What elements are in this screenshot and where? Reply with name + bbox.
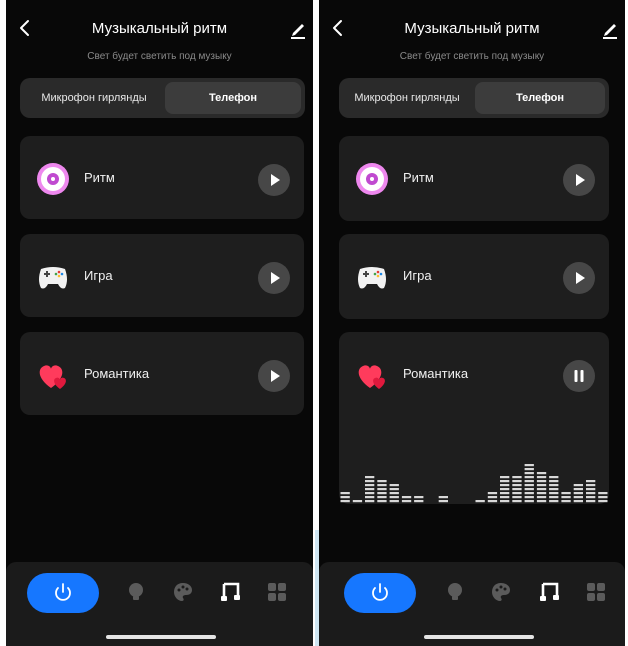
play-button[interactable] [563, 262, 595, 294]
mode-card-rhythm[interactable]: Ритм [339, 136, 609, 221]
play-button[interactable] [258, 262, 290, 294]
segment-phone[interactable]: Телефон [165, 82, 301, 114]
play-icon [271, 370, 280, 382]
pencil-icon[interactable] [289, 20, 307, 40]
segment-phone[interactable]: Телефон [475, 82, 605, 114]
play-icon [576, 272, 585, 284]
screen-left: Музыкальный ритм Свет будет светить под … [6, 0, 313, 646]
equalizer-bar [536, 472, 547, 503]
palette-icon[interactable] [490, 581, 512, 603]
gamepad-icon [358, 267, 386, 289]
pause-icon [574, 370, 584, 382]
hearts-icon [358, 365, 385, 389]
music-icon[interactable] [538, 581, 560, 603]
equalizer-bar [598, 492, 608, 503]
home-indicator [424, 635, 534, 639]
page-title: Музыкальный ритм [91, 20, 228, 37]
grid-icon[interactable] [585, 581, 607, 603]
gamepad-icon [39, 267, 67, 289]
mode-label: Игра [403, 268, 432, 283]
equalizer-bar [389, 484, 399, 503]
equalizer-bar [340, 492, 350, 503]
equalizer-visualizer [340, 464, 608, 503]
power-button[interactable] [27, 573, 99, 613]
equalizer-bar [475, 500, 485, 503]
mode-label: Ритм [84, 170, 115, 185]
mode-card-game[interactable]: Игра [20, 234, 304, 317]
play-icon [271, 174, 280, 186]
equalizer-bar [487, 492, 498, 503]
tab-bar [319, 562, 625, 646]
play-button[interactable] [258, 164, 290, 196]
disc-icon [37, 163, 69, 195]
equalizer-bar [524, 464, 534, 503]
palette-icon[interactable] [172, 581, 194, 603]
equalizer-bar [401, 496, 412, 503]
play-button[interactable] [258, 360, 290, 392]
mode-label: Ритм [403, 170, 434, 185]
power-icon [372, 583, 388, 601]
disc-icon [356, 163, 388, 195]
equalizer-bar [365, 476, 375, 503]
home-indicator [106, 635, 216, 639]
hearts-icon [39, 365, 66, 389]
equalizer-bar [512, 476, 522, 503]
bulb-icon[interactable] [125, 581, 147, 603]
equalizer-bar [438, 496, 448, 503]
mode-label: Романтика [84, 366, 150, 381]
mode-card-game[interactable]: Игра [339, 234, 609, 319]
play-button[interactable] [563, 164, 595, 196]
grid-icon[interactable] [266, 581, 288, 603]
equalizer-bar [561, 492, 571, 503]
mode-card-rhythm[interactable]: Ритм [20, 136, 304, 219]
equalizer-bar [573, 484, 583, 503]
equalizer-bar [377, 480, 387, 503]
bulb-icon[interactable] [444, 581, 466, 603]
power-button[interactable] [344, 573, 416, 613]
source-segmented-control: Микрофон гирлянды Телефон [339, 78, 609, 118]
tab-bar [6, 562, 313, 646]
source-segmented-control: Микрофон гирлянды Телефон [20, 78, 305, 118]
mode-card-romance[interactable]: Романтика [20, 332, 304, 415]
equalizer-bar [414, 496, 424, 503]
music-icon[interactable] [219, 581, 241, 603]
pause-button[interactable] [563, 360, 595, 392]
page-title: Музыкальный ритм [404, 20, 540, 37]
equalizer-bar [500, 476, 510, 503]
power-icon [55, 583, 71, 601]
page-subtitle: Свет будет светить под музыку [399, 51, 545, 62]
play-icon [271, 272, 280, 284]
play-icon [576, 174, 585, 186]
equalizer-bar [586, 480, 596, 503]
mode-label: Игра [84, 268, 113, 283]
mode-card-romance-active[interactable]: Романтика [339, 332, 609, 504]
equalizer-bar [549, 476, 559, 503]
header: Музыкальный ритм Свет будет светить под … [319, 0, 625, 70]
page-subtitle: Свет будет светить под музыку [87, 51, 232, 62]
segment-microphone[interactable]: Микрофон гирлянды [24, 82, 164, 114]
segment-microphone[interactable]: Микрофон гирлянды [343, 82, 471, 114]
header: Музыкальный ритм Свет будет светить под … [6, 0, 313, 70]
equalizer-bar [352, 500, 363, 503]
mode-label: Романтика [403, 366, 469, 381]
screen-right: Музыкальный ритм Свет будет светить под … [319, 0, 625, 646]
pencil-icon[interactable] [601, 20, 619, 40]
